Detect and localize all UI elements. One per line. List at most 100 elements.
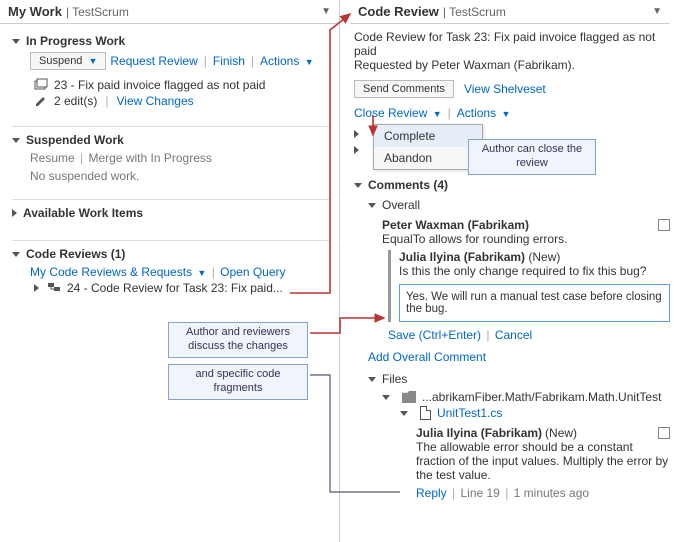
add-overall-row: Add Overall Comment: [368, 350, 670, 364]
reply-input[interactable]: Yes. We will run a manual test case befo…: [399, 284, 670, 322]
callout-fragments: and specific code fragments: [168, 364, 308, 400]
available-section: Available Work Items: [0, 191, 339, 232]
review-toolbar: Send Comments View Shelveset: [354, 80, 666, 98]
code-review-header: Code Review | TestScrum ▼: [350, 0, 670, 24]
save-row: Save (Ctrl+Enter) | Cancel: [388, 328, 670, 342]
my-work-title: My Work: [8, 4, 62, 19]
timestamp: 1 minutes ago: [514, 486, 589, 500]
menu-abandon[interactable]: Abandon: [374, 147, 482, 169]
reviews-heading[interactable]: Code Reviews (1): [12, 240, 329, 261]
task-icon: [34, 78, 48, 92]
chevron-down-icon: ▼: [433, 109, 442, 119]
reply-thread: Julia Ilyina (Fabrikam) (New) Is this th…: [388, 250, 670, 322]
reviews-section: Code Reviews (1) My Code Reviews & Reque…: [0, 232, 339, 305]
files-heading[interactable]: Files: [368, 372, 670, 386]
review-description: Code Review for Task 23: Fix paid invoic…: [354, 30, 666, 72]
caret-icon: [12, 39, 20, 44]
chevron-down-icon: ▼: [501, 109, 510, 119]
review-item-row[interactable]: 24 - Code Review for Task 23: Fix paid..…: [34, 281, 329, 295]
my-reviews-link[interactable]: My Code Reviews & Requests ▼: [30, 265, 210, 279]
file-icon: [420, 406, 431, 420]
close-review-link[interactable]: Close Review ▼: [354, 106, 442, 120]
overall-heading[interactable]: Overall: [368, 198, 670, 212]
pane-dropdown-icon[interactable]: ▼: [321, 6, 331, 17]
actions-link[interactable]: Actions ▼: [260, 54, 314, 68]
folder-row[interactable]: ...abrikamFiber.Math/Fabrikam.Math.UnitT…: [382, 390, 670, 404]
close-review-menu: Complete Abandon: [373, 124, 483, 170]
my-work-header: My Work | TestScrum ▼: [0, 0, 339, 24]
merge-link[interactable]: Merge with In Progress: [89, 151, 212, 165]
callout-discuss: Author and reviewers discuss the changes: [168, 322, 308, 358]
file-comment-tag: (New): [545, 426, 577, 440]
file-link[interactable]: UnitTest1.cs: [437, 406, 502, 420]
caret-icon: [368, 203, 376, 208]
add-overall-comment-link[interactable]: Add Overall Comment: [368, 350, 486, 364]
comments-heading[interactable]: Comments (4): [354, 178, 670, 192]
review-actions-link[interactable]: Actions ▼: [457, 106, 511, 120]
comment-checkbox[interactable]: [658, 427, 670, 439]
edits-row: 2 edit(s) | View Changes: [34, 94, 329, 108]
my-work-pane: My Work | TestScrum ▼ In Progress Work S…: [0, 0, 340, 542]
pane-dropdown-icon[interactable]: ▼: [652, 6, 662, 17]
view-shelveset-link[interactable]: View Shelveset: [464, 82, 546, 96]
caret-icon: [382, 395, 390, 400]
edits-text: 2 edit(s): [54, 94, 97, 108]
view-changes-link[interactable]: View Changes: [116, 94, 193, 108]
file-comment-author: Julia Ilyina (Fabrikam): [416, 426, 542, 440]
files-tree: ...abrikamFiber.Math/Fabrikam.Math.UnitT…: [382, 390, 670, 500]
request-review-link[interactable]: Request Review: [110, 54, 197, 68]
comment-author: Peter Waxman (Fabrikam): [382, 218, 529, 232]
suspend-button[interactable]: Suspend▼: [30, 52, 106, 70]
caret-icon: [12, 252, 20, 257]
in-progress-toolbar: Suspend▼ Request Review | Finish | Actio…: [30, 52, 329, 70]
code-review-title: Code Review: [358, 4, 439, 19]
reply-header: Julia Ilyina (Fabrikam) (New): [399, 250, 670, 264]
work-item-row[interactable]: 23 - Fix paid invoice flagged as not pai…: [34, 78, 329, 92]
folder-path: ...abrikamFiber.Math/Fabrikam.Math.UnitT…: [422, 390, 661, 404]
suspended-heading[interactable]: Suspended Work: [12, 126, 329, 147]
caret-icon: [12, 209, 17, 217]
code-review-context: | TestScrum: [443, 5, 506, 19]
cancel-link[interactable]: Cancel: [495, 328, 532, 342]
overall-comment-thread: Peter Waxman (Fabrikam) EqualTo allows f…: [382, 218, 670, 342]
pencil-icon: [34, 94, 48, 108]
reply-author: Julia Ilyina (Fabrikam): [399, 250, 525, 264]
chevron-down-icon: ▼: [197, 268, 206, 278]
file-comment: Julia Ilyina (Fabrikam) (New) The allowa…: [416, 426, 670, 500]
file-row[interactable]: UnitTest1.cs: [400, 406, 670, 420]
reply-link[interactable]: Reply: [416, 486, 447, 500]
caret-icon[interactable]: [354, 146, 359, 154]
review-links-row: Close Review ▼ | Actions ▼: [354, 106, 666, 120]
comment-header: Peter Waxman (Fabrikam): [382, 218, 670, 232]
comment-checkbox[interactable]: [658, 219, 670, 231]
reply-tag: (New): [528, 250, 560, 264]
finish-link[interactable]: Finish: [213, 54, 245, 68]
caret-icon: [354, 183, 362, 188]
save-link[interactable]: Save (Ctrl+Enter): [388, 328, 481, 342]
open-query-link[interactable]: Open Query: [220, 265, 285, 279]
caret-icon: [34, 284, 39, 292]
folder-icon: [402, 391, 416, 403]
in-progress-section: In Progress Work Suspend▼ Request Review…: [0, 24, 339, 118]
line-ref: Line 19: [460, 486, 499, 500]
my-work-context: | TestScrum: [66, 5, 129, 19]
file-comment-footer: Reply | Line 19 | 1 minutes ago: [416, 486, 670, 500]
task-text: 23 - Fix paid invoice flagged as not pai…: [54, 78, 265, 92]
code-review-pane: Code Review | TestScrum ▼ Code Review fo…: [350, 0, 670, 542]
callout-close: Author can close the review: [468, 139, 596, 175]
chevron-down-icon: ▼: [305, 57, 314, 67]
available-heading[interactable]: Available Work Items: [12, 199, 329, 220]
resume-link[interactable]: Resume: [30, 151, 75, 165]
reviews-toolbar: My Code Reviews & Requests ▼ | Open Quer…: [30, 265, 329, 279]
caret-icon[interactable]: [354, 130, 359, 138]
suspended-empty: No suspended work.: [30, 169, 329, 183]
in-progress-heading[interactable]: In Progress Work: [12, 34, 329, 48]
comment-body: EqualTo allows for rounding errors.: [382, 232, 670, 246]
caret-icon: [400, 411, 408, 416]
menu-complete[interactable]: Complete: [374, 125, 482, 147]
review-icon: [47, 281, 61, 295]
review-item-text: 24 - Code Review for Task 23: Fix paid..…: [67, 281, 283, 295]
file-comment-body: The allowable error should be a constant…: [416, 440, 670, 482]
suspended-toolbar: Resume | Merge with In Progress: [30, 151, 329, 165]
send-comments-button[interactable]: Send Comments: [354, 80, 454, 98]
